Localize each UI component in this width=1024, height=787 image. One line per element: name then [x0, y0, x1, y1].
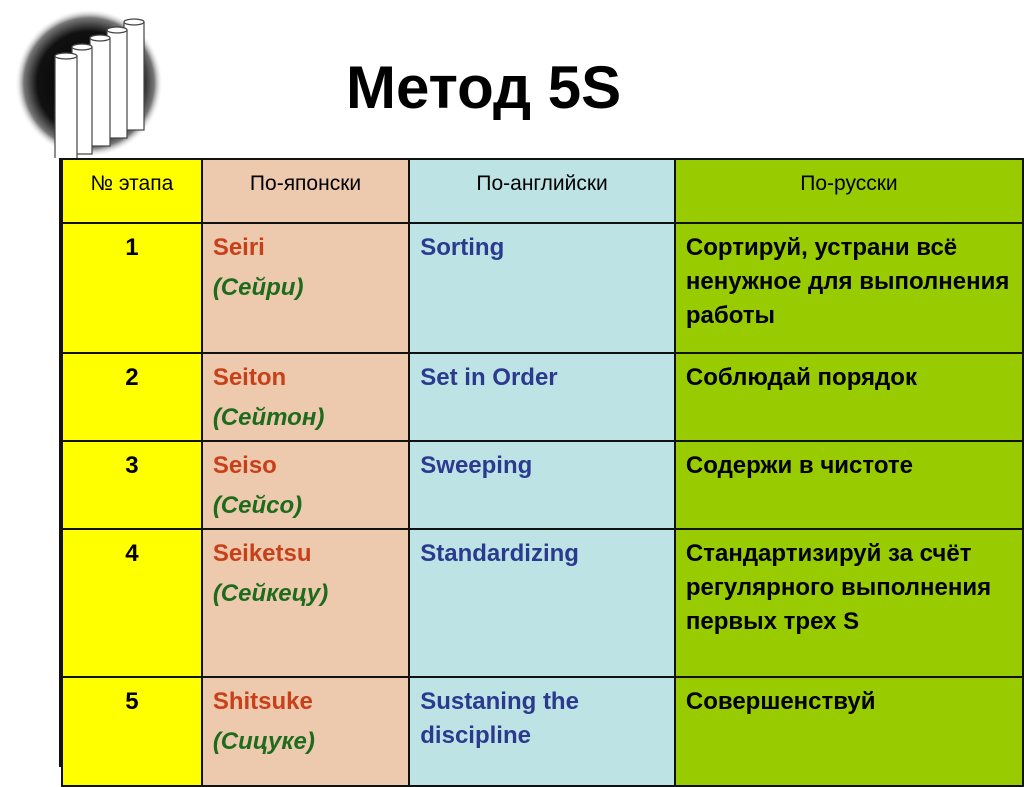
table-row: 1 Seiri (Сейри) Sorting Сортируй, устран…: [61, 222, 1024, 354]
russian-description: Содержи в чистоте: [685, 452, 913, 479]
english-cell: Sorting: [408, 222, 676, 354]
english-term: Sweeping: [420, 452, 533, 479]
english-cell: Set in Order: [408, 352, 676, 442]
english-term: Standardizing: [420, 540, 579, 567]
five-s-table: № этапа По-японски По-английски По-русск…: [61, 158, 1024, 787]
stage-number: 3: [61, 440, 203, 530]
table-header-row: № этапа По-японски По-английски По-русск…: [61, 158, 1024, 224]
english-term: Sorting: [420, 234, 505, 261]
table-row: 4 Seiketsu (Сейкецу) Standardizing Станд…: [61, 528, 1024, 678]
russian-description: Соблюдай порядок: [685, 364, 917, 391]
russian-cell: Совершенствуй: [673, 676, 1024, 787]
english-cell: Standardizing: [408, 528, 676, 678]
japanese-cell: Seiketsu (Сейкецу): [200, 528, 411, 678]
japanese-transliteration: (Сейри): [212, 274, 304, 301]
header-russian: По-русски: [673, 158, 1024, 224]
russian-cell: Стандартизируй за счёт регулярного выпол…: [673, 528, 1024, 678]
russian-description: Сортируй, устрани всё ненужное для выпол…: [685, 234, 1010, 329]
table-row: 3 Seiso (Сейсо) Sweeping Содержи в чисто…: [61, 440, 1024, 530]
header-english: По-английски: [408, 158, 676, 224]
russian-description: Совершенствуй: [685, 688, 876, 715]
header-stage: № этапа: [61, 158, 203, 224]
japanese-transliteration: (Сейкецу): [212, 580, 329, 607]
five-pillars-logo: [14, 8, 164, 162]
japanese-cell: Shitsuke (Сицуке): [200, 676, 411, 787]
japanese-term: Seiri: [212, 234, 265, 261]
english-cell: Sustaning the discipline: [408, 676, 676, 787]
five-pillars-icon: [15, 9, 163, 162]
japanese-cell: Seiso (Сейсо): [200, 440, 411, 530]
russian-cell: Сортируй, устрани всё ненужное для выпол…: [673, 222, 1024, 354]
table-row: 2 Seiton (Сейтон) Set in Order Соблюдай …: [61, 352, 1024, 442]
japanese-cell: Seiri (Сейри): [200, 222, 411, 354]
russian-cell: Содержи в чистоте: [673, 440, 1024, 530]
japanese-term: Shitsuke: [212, 688, 313, 715]
english-term: Sustaning the discipline: [420, 688, 579, 749]
russian-description: Стандартизируй за счёт регулярного выпол…: [685, 540, 992, 635]
stage-number: 1: [61, 222, 203, 354]
japanese-term: Seiton: [212, 364, 287, 391]
stage-number: 4: [61, 528, 203, 678]
english-cell: Sweeping: [408, 440, 676, 530]
japanese-transliteration: (Сейсо): [212, 492, 303, 519]
stage-number: 5: [61, 676, 203, 787]
japanese-cell: Seiton (Сейтон): [200, 352, 411, 442]
japanese-term: Seiketsu: [212, 540, 312, 567]
page-title: Метод 5S: [346, 54, 622, 121]
stage-number: 2: [61, 352, 203, 442]
russian-cell: Соблюдай порядок: [673, 352, 1024, 442]
english-term: Set in Order: [420, 364, 558, 391]
japanese-transliteration: (Сейтон): [212, 404, 325, 431]
header-japanese: По-японски: [200, 158, 411, 224]
japanese-term: Seiso: [212, 452, 277, 479]
table-row: 5 Shitsuke (Сицуке) Sustaning the discip…: [61, 676, 1024, 787]
japanese-transliteration: (Сицуке): [212, 728, 315, 755]
